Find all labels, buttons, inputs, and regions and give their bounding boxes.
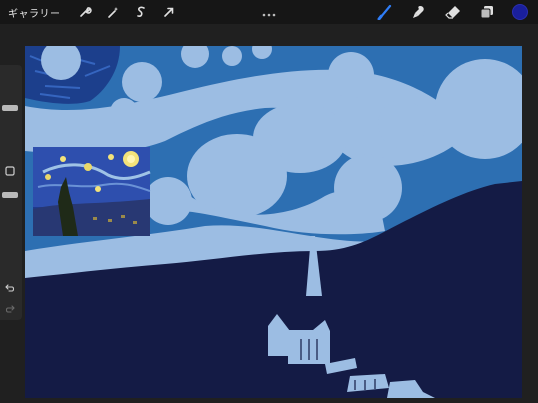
star-circle — [144, 177, 192, 225]
top-toolbar: ギャラリー — [0, 0, 538, 24]
star-circle — [334, 154, 402, 222]
drawing-canvas[interactable] — [25, 46, 522, 398]
artwork — [25, 46, 522, 398]
selection-s-icon[interactable] — [132, 3, 150, 21]
layers-icon[interactable] — [478, 3, 496, 21]
brush-icon[interactable] — [376, 3, 394, 21]
left-sidebar — [0, 65, 22, 320]
star-circle — [378, 100, 426, 148]
eraser-icon[interactable] — [444, 3, 462, 21]
wrench-icon[interactable] — [76, 3, 94, 21]
star-circle — [222, 46, 242, 66]
starry-night-reference — [33, 147, 151, 236]
smudge-icon[interactable] — [410, 3, 428, 21]
more-options-icon[interactable] — [262, 3, 276, 22]
transform-arrow-icon[interactable] — [160, 3, 178, 21]
star-circle — [122, 62, 162, 102]
redo-icon[interactable] — [4, 303, 16, 315]
magic-wand-icon[interactable] — [104, 3, 122, 21]
gallery-button[interactable]: ギャラリー — [8, 5, 61, 20]
color-picker-button[interactable] — [512, 4, 528, 20]
star-circle — [328, 52, 374, 98]
modify-square-button[interactable] — [4, 165, 16, 177]
brush-size-slider[interactable] — [2, 105, 18, 111]
star-circle — [110, 98, 138, 126]
right-tool-group — [368, 0, 532, 24]
undo-icon[interactable] — [4, 282, 16, 294]
opacity-slider[interactable] — [2, 192, 18, 198]
